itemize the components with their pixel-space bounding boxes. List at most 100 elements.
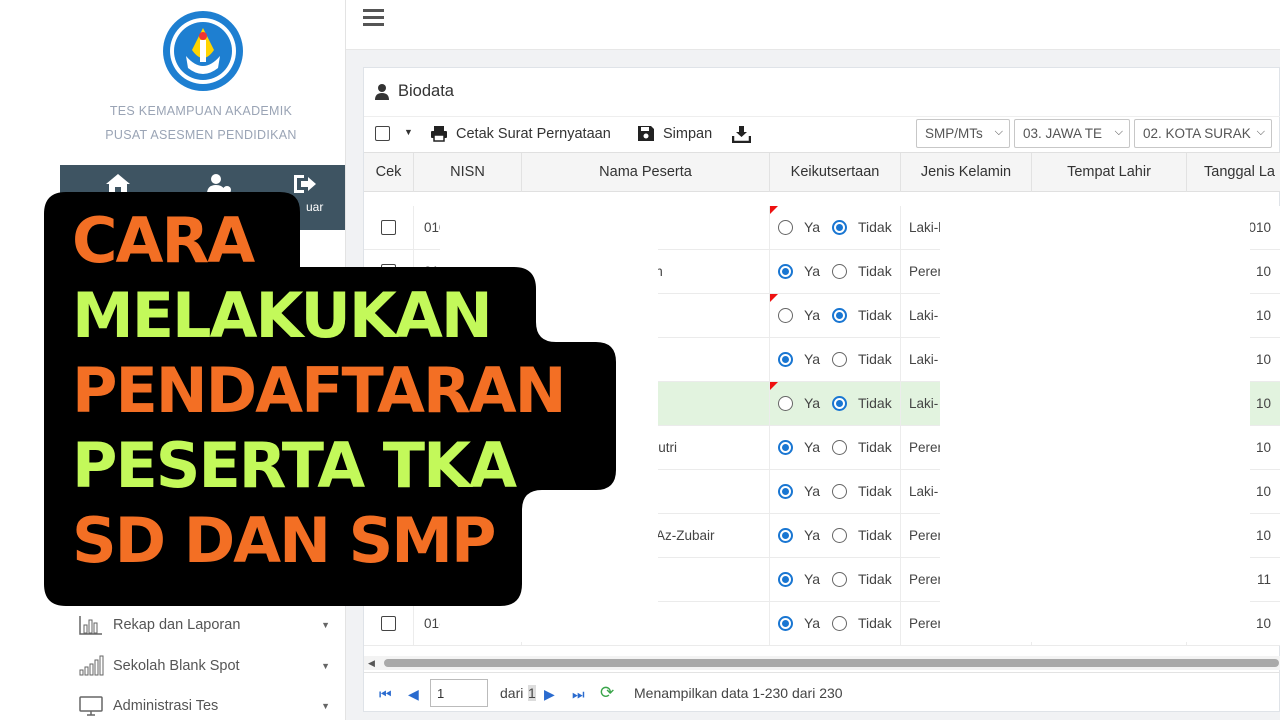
panel-title-text: Biodata [398,82,454,100]
row-check-cell [364,602,414,645]
org-name-line1: TES KEMAMPUAN AKADEMIK [109,104,293,118]
radio-ya-label: Ya [804,527,821,543]
print-label: Cetak Surat Pernyataan [456,125,611,142]
chevron-down-icon: ▼ [321,701,330,711]
keikutsertaan-cell: Ya Tidak [770,426,901,469]
radio-tidak-label: Tidak [858,483,892,499]
menu-item-label: Administrasi Tes [113,698,219,714]
scrollbar-thumb[interactable] [384,659,1279,667]
column-header[interactable]: Cek [364,153,414,192]
radio-ya[interactable] [778,308,793,323]
radio-ya[interactable] [778,440,793,455]
menu-item-sekolah-blank-spot[interactable]: Sekolah Blank Spot ▼ [78,652,336,680]
column-header[interactable]: Tempat Lahir [1032,153,1187,192]
radio-tidak-label: Tidak [858,219,892,235]
first-page-icon[interactable]: ⏮ [379,686,392,703]
column-header[interactable]: Keikutsertaan [770,153,901,192]
changed-marker [770,294,778,302]
banner-line-3: PENDAFTARAN [72,354,567,427]
radio-ya[interactable] [778,484,793,499]
column-header[interactable]: Nama Peserta [522,153,770,192]
horizontal-scrollbar[interactable]: ◀ [364,656,1280,670]
radio-ya-label: Ya [804,219,821,235]
column-header[interactable]: Tanggal La [1187,153,1280,192]
select-all-checkbox[interactable] [375,126,390,141]
radio-tidak[interactable] [832,396,847,411]
radio-tidak[interactable] [832,264,847,279]
radio-ya-label: Ya [804,307,821,323]
tut-wuri-handayani-logo [163,11,243,91]
banner-line-5: SD DAN SMP [72,504,496,577]
chart-bar-icon [79,616,102,635]
radio-tidak[interactable] [832,220,847,235]
keikutsertaan-cell: Ya Tidak [770,514,901,557]
title-banner: CARA MELAKUKAN PENDAFTARAN PESERTA TKA S… [44,192,662,606]
scroll-left-icon[interactable]: ◀ [368,658,375,669]
radio-ya[interactable] [778,264,793,279]
radio-tidak[interactable] [832,484,847,499]
toolbar: ▼ Cetak Surat Pernyataan Simpan SMP/MTs ⌵… [364,116,1280,152]
prev-page-icon[interactable]: ◀ [408,686,419,703]
chevron-down-icon: ▼ [321,620,330,630]
radio-tidak[interactable] [832,528,847,543]
filter-jenjang-select[interactable]: SMP/MTs ⌵ [916,119,1010,148]
radio-ya[interactable] [778,616,793,631]
radio-tidak[interactable] [832,616,847,631]
keikutsertaan-cell: Ya Tidak [770,206,901,249]
filter-kota-select[interactable]: 02. KOTA SURAK ⌵ [1134,119,1272,148]
radio-ya-label: Ya [804,263,821,279]
save-button[interactable]: Simpan [637,125,712,142]
radio-tidak[interactable] [832,440,847,455]
menu-item-label: Sekolah Blank Spot [113,658,240,674]
hamburger-menu-icon[interactable] [363,9,384,27]
radio-ya[interactable] [778,396,793,411]
last-page-icon[interactable]: ⏭ [572,686,585,703]
radio-ya[interactable] [778,572,793,587]
changed-marker [770,382,778,390]
changed-marker [770,206,778,214]
menu-item-administrasi-tes[interactable]: Administrasi Tes ▼ [78,692,336,720]
radio-tidak[interactable] [832,572,847,587]
print-statement-button[interactable]: Cetak Surat Pernyataan [430,125,611,142]
floppy-disk-icon [638,126,654,141]
save-label: Simpan [663,125,713,142]
menu-item-rekap-laporan[interactable]: Rekap dan Laporan ▼ [78,611,336,639]
radio-tidak-label: Tidak [858,527,892,543]
keikutsertaan-cell: Ya Tidak [770,294,901,337]
menu-item-label: Rekap dan Laporan [113,617,241,633]
radio-tidak[interactable] [832,352,847,367]
keikutsertaan-cell: Ya Tidak [770,250,901,293]
chevron-down-icon: ⌵ [1254,126,1265,139]
keikutsertaan-cell: Ya Tidak [770,382,901,425]
row-checkbox[interactable] [381,616,396,631]
radio-tidak-label: Tidak [858,351,892,367]
radio-ya-label: Ya [804,483,821,499]
radio-tidak[interactable] [832,308,847,323]
total-pages: 1 [528,685,536,701]
select-value: SMP/MTs [925,126,983,141]
next-page-icon[interactable]: ▶ [544,686,555,703]
radio-ya[interactable] [778,352,793,367]
keikutsertaan-cell: Ya Tidak [770,602,901,645]
chevron-down-icon: ⌵ [1112,126,1123,139]
org-name-line2: PUSAT ASESMEN PENDIDIKAN [105,128,297,142]
radio-tidak-label: Tidak [858,395,892,411]
pager: ⏮ ◀ 1 dari 1 ▶ ⏭ ⟳ Menampilkan data 1-23… [364,672,1280,712]
select-value: 02. KOTA SURAK [1143,126,1251,141]
radio-ya[interactable] [778,528,793,543]
column-header[interactable]: NISN [414,153,522,192]
download-icon[interactable] [732,125,751,143]
monitor-icon [79,696,103,716]
refresh-icon[interactable]: ⟳ [600,683,614,703]
filter-provinsi-select[interactable]: 03. JAWA TE ⌵ [1014,119,1130,148]
caret-down-icon[interactable]: ▼ [404,127,413,137]
pager-summary: Menampilkan data 1-230 dari 230 [634,685,843,701]
page-number-input[interactable]: 1 [430,679,488,707]
user-icon [375,84,389,100]
printer-icon [431,126,447,142]
grid-header: Cek NISN Nama Peserta Keikutsertaan Jeni… [364,152,1280,192]
keikutsertaan-cell: Ya Tidak [770,338,901,381]
radio-ya[interactable] [778,220,793,235]
of-label: dari [500,685,524,701]
column-header[interactable]: Jenis Kelamin [901,153,1032,192]
